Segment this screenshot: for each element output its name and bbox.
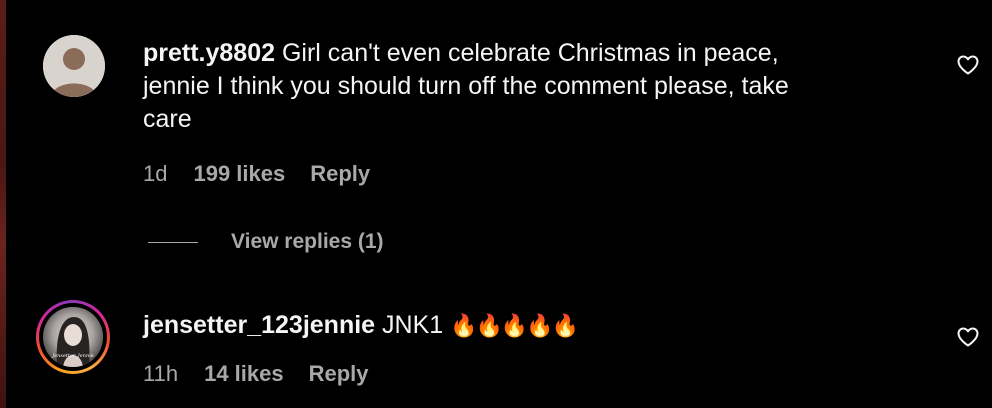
view-replies-label[interactable]: View replies (1): [231, 230, 384, 254]
view-replies-button[interactable]: View replies (1): [148, 230, 384, 254]
comment-text: JNK1: [382, 311, 444, 339]
comment-username[interactable]: prett.y8802: [143, 39, 275, 67]
comment-username[interactable]: jensetter_123jennie: [143, 311, 375, 339]
story-avatar[interactable]: Jensetter_Jennie: [36, 300, 110, 374]
user-avatar-photo: Jensetter_Jennie: [43, 307, 103, 367]
left-edge-decoration: [0, 0, 6, 408]
avatar-portrait-image: Jensetter_Jennie: [43, 307, 103, 367]
reply-button[interactable]: Reply: [310, 161, 370, 187]
comment-text-line: care: [143, 105, 192, 133]
comment-timestamp[interactable]: 1d: [143, 161, 167, 187]
comment-meta: 11h 14 likes Reply: [143, 361, 369, 387]
comment-meta: 1d 199 likes Reply: [143, 161, 370, 187]
reply-button[interactable]: Reply: [309, 361, 369, 387]
fire-emoji: 🔥🔥🔥🔥🔥: [450, 313, 579, 338]
view-replies-divider: [148, 241, 198, 243]
heart-outline-icon[interactable]: [956, 325, 980, 349]
comment-body: jensetter_123jennie JNK1 🔥🔥🔥🔥🔥: [143, 309, 579, 342]
comment-timestamp[interactable]: 11h: [143, 361, 178, 387]
default-user-avatar-icon[interactable]: [43, 35, 105, 97]
comment-body: prett.y8802 Girl can't even celebrate Ch…: [143, 37, 789, 136]
svg-text:Jensetter_Jennie: Jensetter_Jennie: [51, 353, 94, 359]
comment-text-line: Girl can't even celebrate Christmas in p…: [281, 39, 779, 67]
comment-likes-count[interactable]: 14 likes: [204, 361, 284, 387]
comment-likes-count[interactable]: 199 likes: [193, 161, 285, 187]
comment-text-line: jennie I think you should turn off the c…: [143, 72, 789, 100]
heart-outline-icon[interactable]: [956, 53, 980, 77]
